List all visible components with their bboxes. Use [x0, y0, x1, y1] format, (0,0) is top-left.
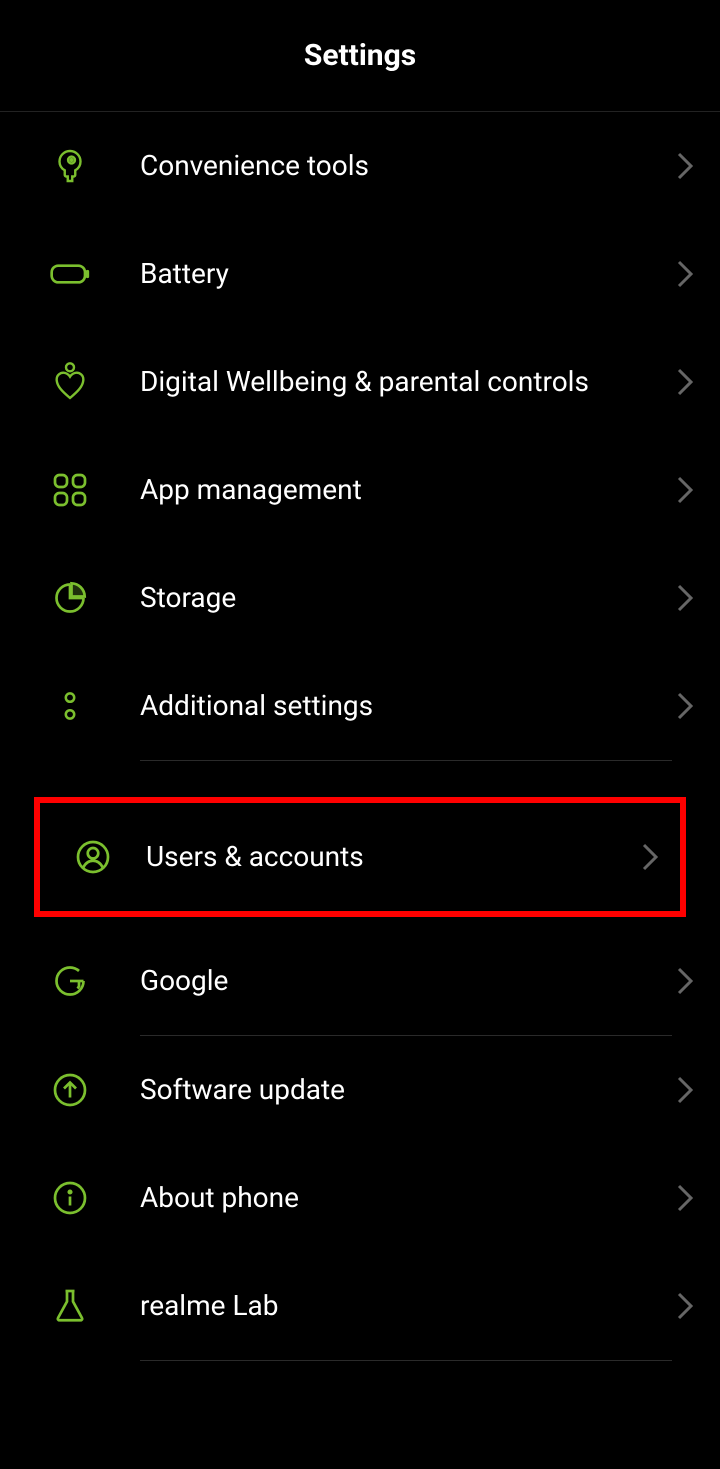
chevron-right-icon [620, 842, 680, 872]
page-title: Settings [304, 38, 416, 73]
more-dots-icon [0, 689, 140, 723]
row-label: App management [140, 471, 650, 509]
row-storage[interactable]: Storage [0, 544, 720, 652]
chevron-right-icon [650, 966, 720, 996]
row-realme-lab[interactable]: realme Lab [0, 1252, 720, 1360]
update-arrow-up-icon [0, 1072, 140, 1108]
row-label: Storage [140, 579, 650, 617]
row-label: realme Lab [140, 1287, 650, 1325]
row-label: About phone [140, 1179, 650, 1217]
wellbeing-heart-icon [0, 362, 140, 402]
row-google[interactable]: Google [0, 927, 720, 1035]
row-additional-settings[interactable]: Additional settings [0, 652, 720, 760]
section-divider [140, 1360, 672, 1361]
storage-pie-icon [0, 580, 140, 616]
row-battery[interactable]: Battery [0, 220, 720, 328]
row-digital-wellbeing[interactable]: Digital Wellbeing & parental controls [0, 328, 720, 436]
row-label: Convenience tools [140, 147, 650, 185]
flask-lab-icon [0, 1288, 140, 1324]
info-circle-icon [0, 1180, 140, 1216]
row-software-update[interactable]: Software update [0, 1036, 720, 1144]
chevron-right-icon [650, 1291, 720, 1321]
chevron-right-icon [650, 1183, 720, 1213]
highlight-annotation: Users & accounts [34, 797, 686, 917]
row-app-management[interactable]: App management [0, 436, 720, 544]
row-label: Users & accounts [146, 838, 620, 876]
chevron-right-icon [650, 259, 720, 289]
row-label: Additional settings [140, 687, 650, 725]
chevron-right-icon [650, 367, 720, 397]
apps-grid-icon [0, 472, 140, 508]
row-users-accounts[interactable]: Users & accounts [40, 803, 680, 911]
user-circle-icon [40, 839, 146, 875]
convenience-head-icon [0, 148, 140, 184]
chevron-right-icon [650, 151, 720, 181]
row-label: Software update [140, 1071, 650, 1109]
row-convenience-tools[interactable]: Convenience tools [0, 112, 720, 220]
row-about-phone[interactable]: About phone [0, 1144, 720, 1252]
settings-list: Convenience tools Battery Digital Wellbe… [0, 112, 720, 1361]
row-label: Battery [140, 255, 650, 293]
chevron-right-icon [650, 583, 720, 613]
row-label: Digital Wellbeing & parental controls [140, 363, 650, 401]
chevron-right-icon [650, 475, 720, 505]
battery-icon [0, 264, 140, 284]
google-g-icon [0, 963, 140, 999]
chevron-right-icon [650, 691, 720, 721]
chevron-right-icon [650, 1075, 720, 1105]
row-label: Google [140, 962, 650, 1000]
header: Settings [0, 0, 720, 112]
